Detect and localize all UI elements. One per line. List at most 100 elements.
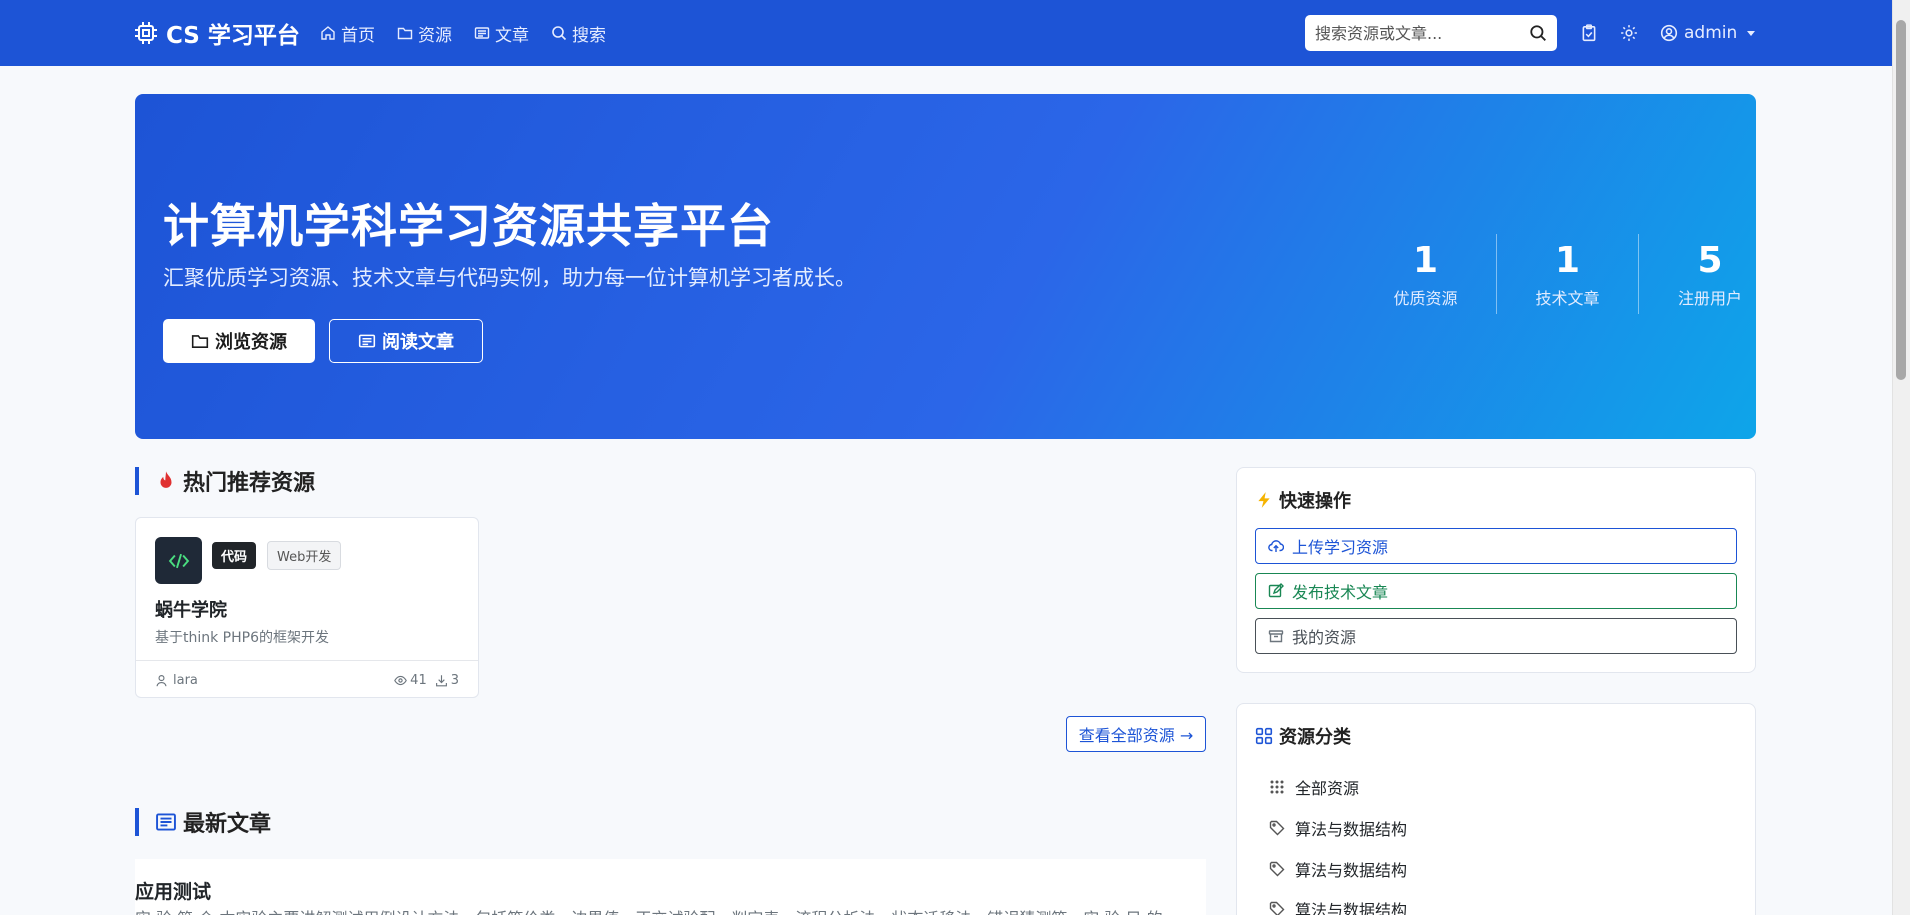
search-submit-icon[interactable] [1529, 24, 1547, 42]
resource-card[interactable]: 代码 Web开发 蜗牛学院 基于think PHP6的框架开发 lara 41 … [135, 517, 479, 698]
brand[interactable]: CS 学习平台 [134, 0, 300, 66]
folder-icon [397, 27, 413, 40]
grid-icon [1255, 727, 1273, 745]
hero-title: 计算机学科学习资源共享平台 [163, 199, 774, 253]
my-resources-button[interactable]: 我的资源 [1255, 618, 1737, 654]
categories-heading: 资源分类 [1255, 723, 1351, 749]
page-scrollbar[interactable] [1892, 0, 1910, 915]
category-all[interactable]: 全部资源 [1269, 775, 1359, 799]
nav-resources[interactable]: 资源 [397, 21, 452, 46]
quick-actions-panel: 快速操作 上传学习资源 发布技术文章 我的资源 [1236, 467, 1756, 673]
upload-resource-button[interactable]: 上传学习资源 [1255, 528, 1737, 564]
nav-resources-label: 资源 [418, 25, 452, 46]
stat-users-num: 5 [1697, 240, 1723, 281]
chevron-down-icon [1747, 30, 1756, 36]
scrollbar-thumb[interactable] [1896, 20, 1906, 380]
brand-label: CS 学习平台 [166, 23, 300, 49]
newspaper-icon [358, 334, 376, 348]
tag-badge: Web开发 [267, 541, 342, 570]
publish-article-button[interactable]: 发布技术文章 [1255, 573, 1737, 609]
views-count: 41 [394, 673, 427, 688]
stat-users: 5 注册用户 [1639, 234, 1781, 314]
browse-resources-label: 浏览资源 [215, 332, 287, 353]
article-title[interactable]: 应用测试 [135, 877, 211, 904]
grid-dots-icon [1270, 780, 1284, 794]
hero-banner: 计算机学科学习资源共享平台 汇聚优质学习资源、技术文章与代码实例，助力每一位计算… [135, 94, 1756, 439]
nav-search[interactable]: 搜索 [551, 21, 606, 46]
download-icon [435, 674, 447, 686]
nav-articles-label: 文章 [495, 25, 529, 46]
upload-resource-label: 上传学习资源 [1292, 538, 1389, 557]
category-item[interactable]: 算法与数据结构 [1269, 857, 1407, 881]
archive-icon [1268, 630, 1284, 643]
type-badge: 代码 [212, 542, 257, 569]
categories-title: 资源分类 [1279, 727, 1351, 748]
person-icon [156, 674, 167, 686]
hero-stats: 1 优质资源 1 技术文章 5 注册用户 [1355, 234, 1781, 314]
hot-resources-heading: 热门推荐资源 [135, 467, 316, 496]
downloads-count: 3 [435, 673, 459, 688]
nav-search-label: 搜索 [572, 25, 606, 46]
article-card[interactable]: 应用测试 实 验 简 介 本实验主要讲解测试用例设计方法，包括等价类、边界值、正… [135, 859, 1206, 915]
cpu-icon [135, 22, 157, 44]
categories-panel: 资源分类 全部资源 算法与数据结构 算法与数据结构 算法与数据结构 [1236, 703, 1756, 915]
stat-articles-label: 技术文章 [1535, 289, 1600, 308]
person-circle-icon [1660, 24, 1678, 42]
nav-home-label: 首页 [341, 25, 375, 46]
nav-home[interactable]: 首页 [320, 21, 375, 46]
pencil-square-icon [1268, 583, 1284, 598]
eye-icon [394, 675, 407, 685]
tag-icon [1269, 861, 1285, 877]
folder-icon [191, 335, 209, 348]
views-value: 41 [410, 672, 427, 688]
resource-counts: 41 3 [394, 673, 459, 688]
article-desc: 实 验 简 介 本实验主要讲解测试用例设计方法，包括等价类、边界值、正交试验配、… [135, 905, 1206, 915]
read-articles-label: 阅读文章 [382, 332, 454, 353]
nav-right: admin [1580, 0, 1756, 66]
category-label: 算法与数据结构 [1295, 901, 1408, 915]
stat-articles-num: 1 [1554, 240, 1581, 281]
resource-author: lara [155, 673, 198, 688]
gear-icon[interactable] [1620, 24, 1638, 42]
resource-footer: lara 41 3 [136, 660, 478, 699]
stat-resources-num: 1 [1412, 240, 1439, 281]
user-name: admin [1684, 23, 1738, 43]
hot-resources-title: 热门推荐资源 [183, 471, 316, 496]
search-box [1305, 15, 1557, 51]
house-icon [321, 26, 335, 40]
browse-resources-button[interactable]: 浏览资源 [163, 319, 315, 363]
fire-icon [160, 471, 172, 488]
newspaper-icon [474, 27, 490, 39]
quick-actions-title: 快速操作 [1279, 491, 1351, 512]
category-label: 算法与数据结构 [1295, 820, 1408, 839]
stat-users-label: 注册用户 [1677, 289, 1742, 308]
hero-subtitle: 汇聚优质学习资源、技术文章与代码实例，助力每一位计算机学习者成长。 [163, 266, 856, 290]
tag-icon [1269, 901, 1285, 915]
code-icon [168, 553, 189, 568]
quick-actions-heading: 快速操作 [1255, 487, 1351, 513]
category-label: 算法与数据结构 [1295, 861, 1408, 880]
view-all-resources-button[interactable]: 查看全部资源 → [1066, 716, 1206, 752]
search-input[interactable] [1315, 23, 1515, 43]
resource-title[interactable]: 蜗牛学院 [155, 596, 227, 622]
newspaper-icon [156, 813, 176, 831]
category-all-label: 全部资源 [1295, 779, 1360, 798]
category-item[interactable]: 算法与数据结构 [1269, 897, 1407, 915]
clipboard-check-icon[interactable] [1580, 24, 1598, 42]
navbar: CS 学习平台 首页 资源 文章 搜索 admin [0, 0, 1892, 66]
user-menu[interactable]: admin [1660, 23, 1756, 43]
read-articles-button[interactable]: 阅读文章 [329, 319, 483, 363]
publish-article-label: 发布技术文章 [1292, 583, 1389, 602]
category-item[interactable]: 算法与数据结构 [1269, 816, 1407, 840]
code-logo [155, 537, 202, 584]
cloud-upload-icon [1268, 540, 1284, 552]
latest-articles-title: 最新文章 [183, 812, 272, 837]
my-resources-label: 我的资源 [1292, 628, 1357, 647]
nav-links: 首页 资源 文章 搜索 [320, 0, 606, 66]
stat-articles: 1 技术文章 [1497, 234, 1639, 314]
author-name: lara [173, 672, 198, 688]
nav-articles[interactable]: 文章 [474, 21, 529, 46]
tag-icon [1269, 820, 1285, 836]
downloads-value: 3 [450, 672, 459, 688]
latest-articles-heading: 最新文章 [135, 808, 272, 837]
